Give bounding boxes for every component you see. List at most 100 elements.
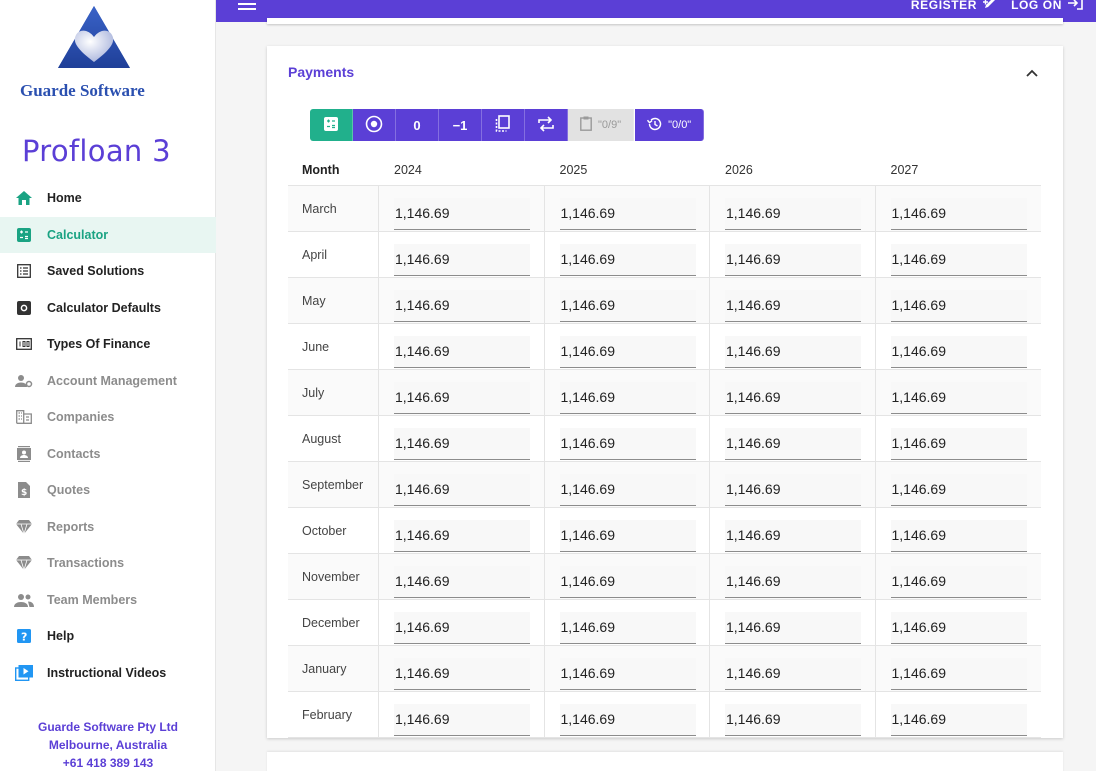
sidebar-item-label: Quotes bbox=[47, 483, 91, 498]
payment-input[interactable]: 1,146.69 bbox=[394, 474, 530, 506]
payment-input[interactable]: 1,146.69 bbox=[890, 520, 1027, 552]
payment-input[interactable]: 1,146.69 bbox=[394, 290, 530, 322]
month-label: March bbox=[288, 186, 379, 231]
payment-input[interactable]: 1,146.69 bbox=[725, 658, 861, 690]
sidebar-item-help[interactable]: ? Help bbox=[0, 618, 216, 655]
payment-input[interactable]: 1,146.69 bbox=[725, 704, 861, 736]
counter-icon bbox=[14, 335, 34, 353]
payment-input[interactable]: 1,146.69 bbox=[725, 612, 861, 644]
payment-input[interactable]: 1,146.69 bbox=[890, 428, 1027, 460]
previous-card bbox=[267, 18, 1063, 24]
payment-input[interactable]: 1,146.69 bbox=[725, 520, 861, 552]
paste-count: "0/9" bbox=[598, 119, 622, 131]
payment-input[interactable]: 1,146.69 bbox=[890, 198, 1027, 230]
payment-input[interactable]: 1,146.69 bbox=[394, 520, 530, 552]
payment-input[interactable]: 1,146.69 bbox=[394, 566, 530, 598]
payment-input[interactable]: 1,146.69 bbox=[725, 244, 861, 276]
payment-input[interactable]: 1,146.69 bbox=[394, 336, 530, 368]
payment-input[interactable]: 1,146.69 bbox=[890, 658, 1027, 690]
table-row: March 1,146.69 1,146.69 1,146.69 1,146.69 bbox=[288, 186, 1041, 232]
history-button[interactable]: "0/0" bbox=[635, 109, 705, 141]
table-body: March 1,146.69 1,146.69 1,146.69 1,146.69 Apr… bbox=[288, 186, 1041, 738]
payment-input[interactable]: 1,146.69 bbox=[725, 336, 861, 368]
payment-input[interactable]: 1,146.69 bbox=[394, 428, 530, 460]
payment-input[interactable]: 1,146.69 bbox=[559, 704, 696, 736]
svg-text:$: $ bbox=[21, 488, 27, 498]
payment-input[interactable]: 1,146.69 bbox=[559, 474, 696, 506]
payment-input[interactable]: 1,146.69 bbox=[559, 198, 696, 230]
register-link[interactable]: REGISTER bbox=[911, 0, 977, 12]
payment-input[interactable]: 1,146.69 bbox=[890, 612, 1027, 644]
minus-one-button[interactable]: −1 bbox=[439, 109, 482, 141]
payments-title[interactable]: Payments bbox=[288, 64, 354, 80]
payment-input[interactable]: 1,146.69 bbox=[725, 566, 861, 598]
payment-input[interactable]: 1,146.69 bbox=[559, 290, 696, 322]
payment-input[interactable]: 1,146.69 bbox=[725, 428, 861, 460]
payment-input[interactable]: 1,146.69 bbox=[890, 244, 1027, 276]
payment-input[interactable]: 1,146.69 bbox=[559, 566, 696, 598]
payment-input[interactable]: 1,146.69 bbox=[890, 290, 1027, 322]
payment-input[interactable]: 1,146.69 bbox=[725, 198, 861, 230]
paste-button[interactable]: "0/9" bbox=[568, 109, 635, 141]
payment-input[interactable]: 1,146.69 bbox=[559, 520, 696, 552]
payment-input[interactable]: 1,146.69 bbox=[890, 474, 1027, 506]
sidebar-item-label: Saved Solutions bbox=[47, 264, 145, 279]
payment-input[interactable]: 1,146.69 bbox=[394, 658, 530, 690]
domain-icon bbox=[14, 408, 34, 426]
table-cell: 1,146.69 bbox=[379, 278, 545, 323]
payment-input[interactable]: 1,146.69 bbox=[559, 382, 696, 414]
menu-icon[interactable] bbox=[238, 0, 256, 10]
payment-input[interactable]: 1,146.69 bbox=[559, 658, 696, 690]
payment-input[interactable]: 1,146.69 bbox=[394, 198, 530, 230]
payment-input[interactable]: 1,146.69 bbox=[559, 336, 696, 368]
repeat-icon bbox=[537, 115, 555, 135]
logo[interactable]: Guarde Software bbox=[18, 4, 198, 108]
clipboard-icon bbox=[580, 116, 592, 134]
sidebar-item-quotes[interactable]: $ Quotes bbox=[0, 472, 216, 509]
sidebar-item-account-management[interactable]: Account Management bbox=[0, 363, 216, 400]
payment-input[interactable]: 1,146.69 bbox=[890, 704, 1027, 736]
sidebar-item-home[interactable]: Home bbox=[0, 180, 216, 217]
table-cell: 1,146.69 bbox=[379, 600, 545, 645]
sidebar-item-instructional-videos[interactable]: Instructional Videos bbox=[0, 655, 216, 692]
team-icon bbox=[14, 591, 34, 609]
sidebar-item-transactions[interactable]: Transactions bbox=[0, 545, 216, 582]
zero-button[interactable]: 0 bbox=[396, 109, 439, 141]
sidebar-item-team-members[interactable]: Team Members bbox=[0, 582, 216, 619]
payment-input[interactable]: 1,146.69 bbox=[559, 612, 696, 644]
table-cell: 1,146.69 bbox=[876, 462, 1042, 507]
sidebar-item-contacts[interactable]: Contacts bbox=[0, 436, 216, 473]
chevron-up-icon[interactable] bbox=[1025, 65, 1039, 77]
payment-input[interactable]: 1,146.69 bbox=[394, 244, 530, 276]
repeat-button[interactable] bbox=[525, 109, 568, 141]
sidebar-item-saved-solutions[interactable]: Saved Solutions bbox=[0, 253, 216, 290]
target-button[interactable] bbox=[353, 109, 396, 141]
file-dollar-icon: $ bbox=[14, 481, 34, 499]
sidebar-item-calculator-defaults[interactable]: Calculator Defaults bbox=[0, 290, 216, 327]
payment-input[interactable]: 1,146.69 bbox=[725, 290, 861, 322]
payment-input[interactable]: 1,146.69 bbox=[890, 336, 1027, 368]
payment-input[interactable]: 1,146.69 bbox=[890, 382, 1027, 414]
sidebar-item-companies[interactable]: Companies bbox=[0, 399, 216, 436]
copy-button[interactable] bbox=[482, 109, 525, 141]
column-header-month: Month bbox=[302, 162, 340, 177]
log-on-link[interactable]: LOG ON bbox=[1011, 0, 1062, 12]
table-row: June 1,146.69 1,146.69 1,146.69 1,146.69 bbox=[288, 324, 1041, 370]
payment-input[interactable]: 1,146.69 bbox=[394, 382, 530, 414]
payment-input[interactable]: 1,146.69 bbox=[394, 704, 530, 736]
table-cell: 1,146.69 bbox=[545, 278, 710, 323]
table-cell: 1,146.69 bbox=[545, 416, 710, 461]
logo-image: Guarde Software bbox=[20, 6, 145, 100]
payment-input[interactable]: 1,146.69 bbox=[890, 566, 1027, 598]
sidebar-item-types-of-finance[interactable]: Types Of Finance bbox=[0, 326, 216, 363]
table-cell: 1,146.69 bbox=[379, 554, 545, 599]
payment-input[interactable]: 1,146.69 bbox=[559, 428, 696, 460]
payment-input[interactable]: 1,146.69 bbox=[394, 612, 530, 644]
sidebar-item-reports[interactable]: Reports bbox=[0, 509, 216, 546]
payment-input[interactable]: 1,146.69 bbox=[559, 244, 696, 276]
table-cell: 1,146.69 bbox=[379, 692, 545, 737]
payment-input[interactable]: 1,146.69 bbox=[725, 382, 861, 414]
calculator-button[interactable] bbox=[310, 109, 353, 141]
sidebar-item-calculator[interactable]: Calculator bbox=[0, 216, 216, 253]
payment-input[interactable]: 1,146.69 bbox=[725, 474, 861, 506]
